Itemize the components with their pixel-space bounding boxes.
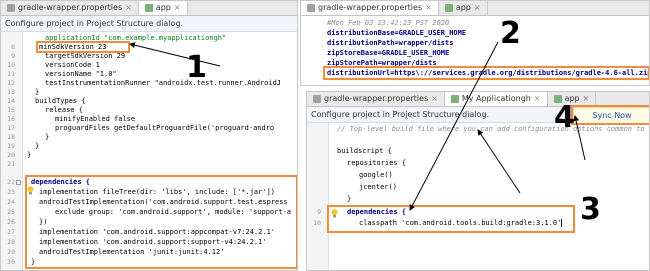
callout-number-2: 2: [500, 16, 521, 51]
callout-number-4: 4: [554, 100, 575, 135]
callout-number-3: 3: [580, 192, 601, 227]
callout-number-1: 1: [186, 50, 207, 85]
annotation-arrows: [129, 41, 586, 211]
